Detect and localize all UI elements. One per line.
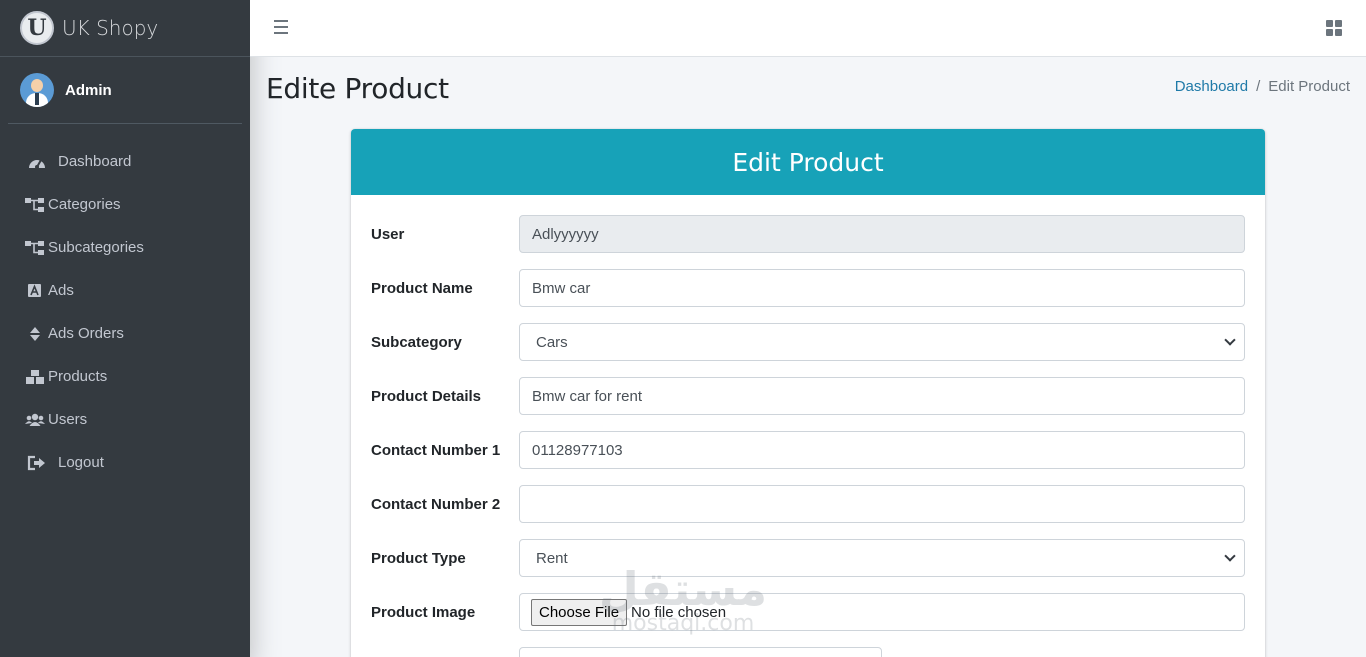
sidebar-item-label: Categories	[48, 196, 121, 213]
sidebar-item-subcategories[interactable]: Subcategories	[0, 226, 250, 269]
boxes-icon	[24, 369, 46, 385]
grid-icon[interactable]	[1326, 20, 1342, 36]
product-details-label: Product Details	[371, 387, 482, 405]
sort-icon	[24, 326, 46, 342]
user-field: Adlyyyyyy	[519, 215, 1245, 253]
sidebar-item-label: Products	[48, 368, 108, 385]
menu-toggle-icon[interactable]	[274, 20, 288, 34]
contact-number-2-label: Contact Number 2	[371, 495, 501, 513]
product-type-label: Product Type	[371, 549, 466, 567]
form-row-product-name: Product Name Bmw car	[371, 269, 1245, 307]
sidebar-nav: Dashboard Categories Subcategories Ads A…	[0, 140, 250, 484]
user-panel: Admin	[8, 57, 242, 124]
edit-product-card: Edit Product User Adlyyyyyy Product Name…	[351, 129, 1265, 657]
user-label: User	[371, 225, 405, 243]
sidebar-item-users[interactable]: Users	[0, 398, 250, 441]
contact-number-1-label: Contact Number 1	[371, 441, 501, 459]
breadcrumb: Dashboard / Edit Product	[1175, 78, 1350, 95]
form-row-subcategory: Subcategory Cars	[371, 323, 1245, 361]
form-row-product-type: Product Type Rent	[371, 539, 1245, 577]
top-navbar	[250, 0, 1366, 57]
product-details-input[interactable]: Bmw car for rent	[519, 377, 1245, 415]
brand-name: UK Shopy	[62, 16, 159, 40]
brand-logo-icon: U	[20, 11, 54, 45]
sidebar-item-label: Subcategories	[48, 239, 144, 256]
sign-out-icon	[26, 455, 48, 471]
form-row-product-image: Product Image Choose File No file chosen	[371, 593, 1245, 631]
form-row-contact-2: Contact Number 2	[371, 485, 1245, 523]
sidebar-item-label: Dashboard	[58, 153, 132, 170]
product-image-label: Product Image	[371, 603, 476, 621]
sitemap-icon	[24, 240, 46, 256]
user-name[interactable]: Admin	[65, 82, 112, 99]
sidebar-item-dashboard[interactable]: Dashboard	[0, 140, 250, 183]
subcategory-label: Subcategory	[371, 333, 462, 351]
chevron-down-icon	[1224, 334, 1236, 346]
ad-icon	[24, 283, 46, 299]
sidebar-item-label: Logout	[58, 454, 104, 471]
product-image-file-input: Choose File No file chosen	[519, 593, 1245, 631]
contact-number-1-input[interactable]: 01128977103	[519, 431, 1245, 469]
product-type-selected-value: Rent	[536, 549, 568, 567]
breadcrumb-link-dashboard[interactable]: Dashboard	[1175, 78, 1248, 95]
sidebar-item-logout[interactable]: Logout	[0, 441, 250, 484]
breadcrumb-separator: /	[1256, 78, 1261, 95]
card-title: Edit Product	[351, 129, 1265, 195]
sidebar: U UK Shopy Admin Dashboard Categories Su…	[0, 0, 250, 657]
sidebar-item-ads-orders[interactable]: Ads Orders	[0, 312, 250, 355]
form-row-contact-1: Contact Number 1 01128977103	[371, 431, 1245, 469]
sidebar-item-label: Ads Orders	[48, 325, 124, 342]
subcategory-select[interactable]: Cars	[519, 323, 1245, 361]
file-status: No file chosen	[631, 603, 727, 621]
sidebar-item-label: Ads	[48, 282, 74, 299]
contact-number-2-input[interactable]	[519, 485, 1245, 523]
subcategory-selected-value: Cars	[536, 333, 568, 351]
product-type-select[interactable]: Rent	[519, 539, 1245, 577]
avatar[interactable]	[20, 73, 54, 107]
sidebar-item-products[interactable]: Products	[0, 355, 250, 398]
choose-file-button[interactable]: Choose File	[531, 598, 628, 626]
sitemap-icon	[24, 197, 46, 213]
sidebar-item-ads[interactable]: Ads	[0, 269, 250, 312]
form-row-user: User Adlyyyyyy	[371, 215, 1245, 253]
product-name-input[interactable]: Bmw car	[519, 269, 1245, 307]
page-title: Edite Product	[266, 72, 449, 105]
product-name-label: Product Name	[371, 279, 473, 297]
chevron-down-icon	[1224, 550, 1236, 562]
sidebar-item-categories[interactable]: Categories	[0, 183, 250, 226]
sidebar-item-label: Users	[48, 411, 88, 428]
form-row-product-details: Product Details Bmw car for rent	[371, 377, 1245, 415]
users-icon	[24, 412, 46, 428]
next-field-input[interactable]	[519, 647, 882, 657]
breadcrumb-current: Edit Product	[1268, 78, 1350, 95]
brand-link[interactable]: U UK Shopy	[0, 0, 250, 57]
tachometer-icon	[26, 154, 48, 170]
